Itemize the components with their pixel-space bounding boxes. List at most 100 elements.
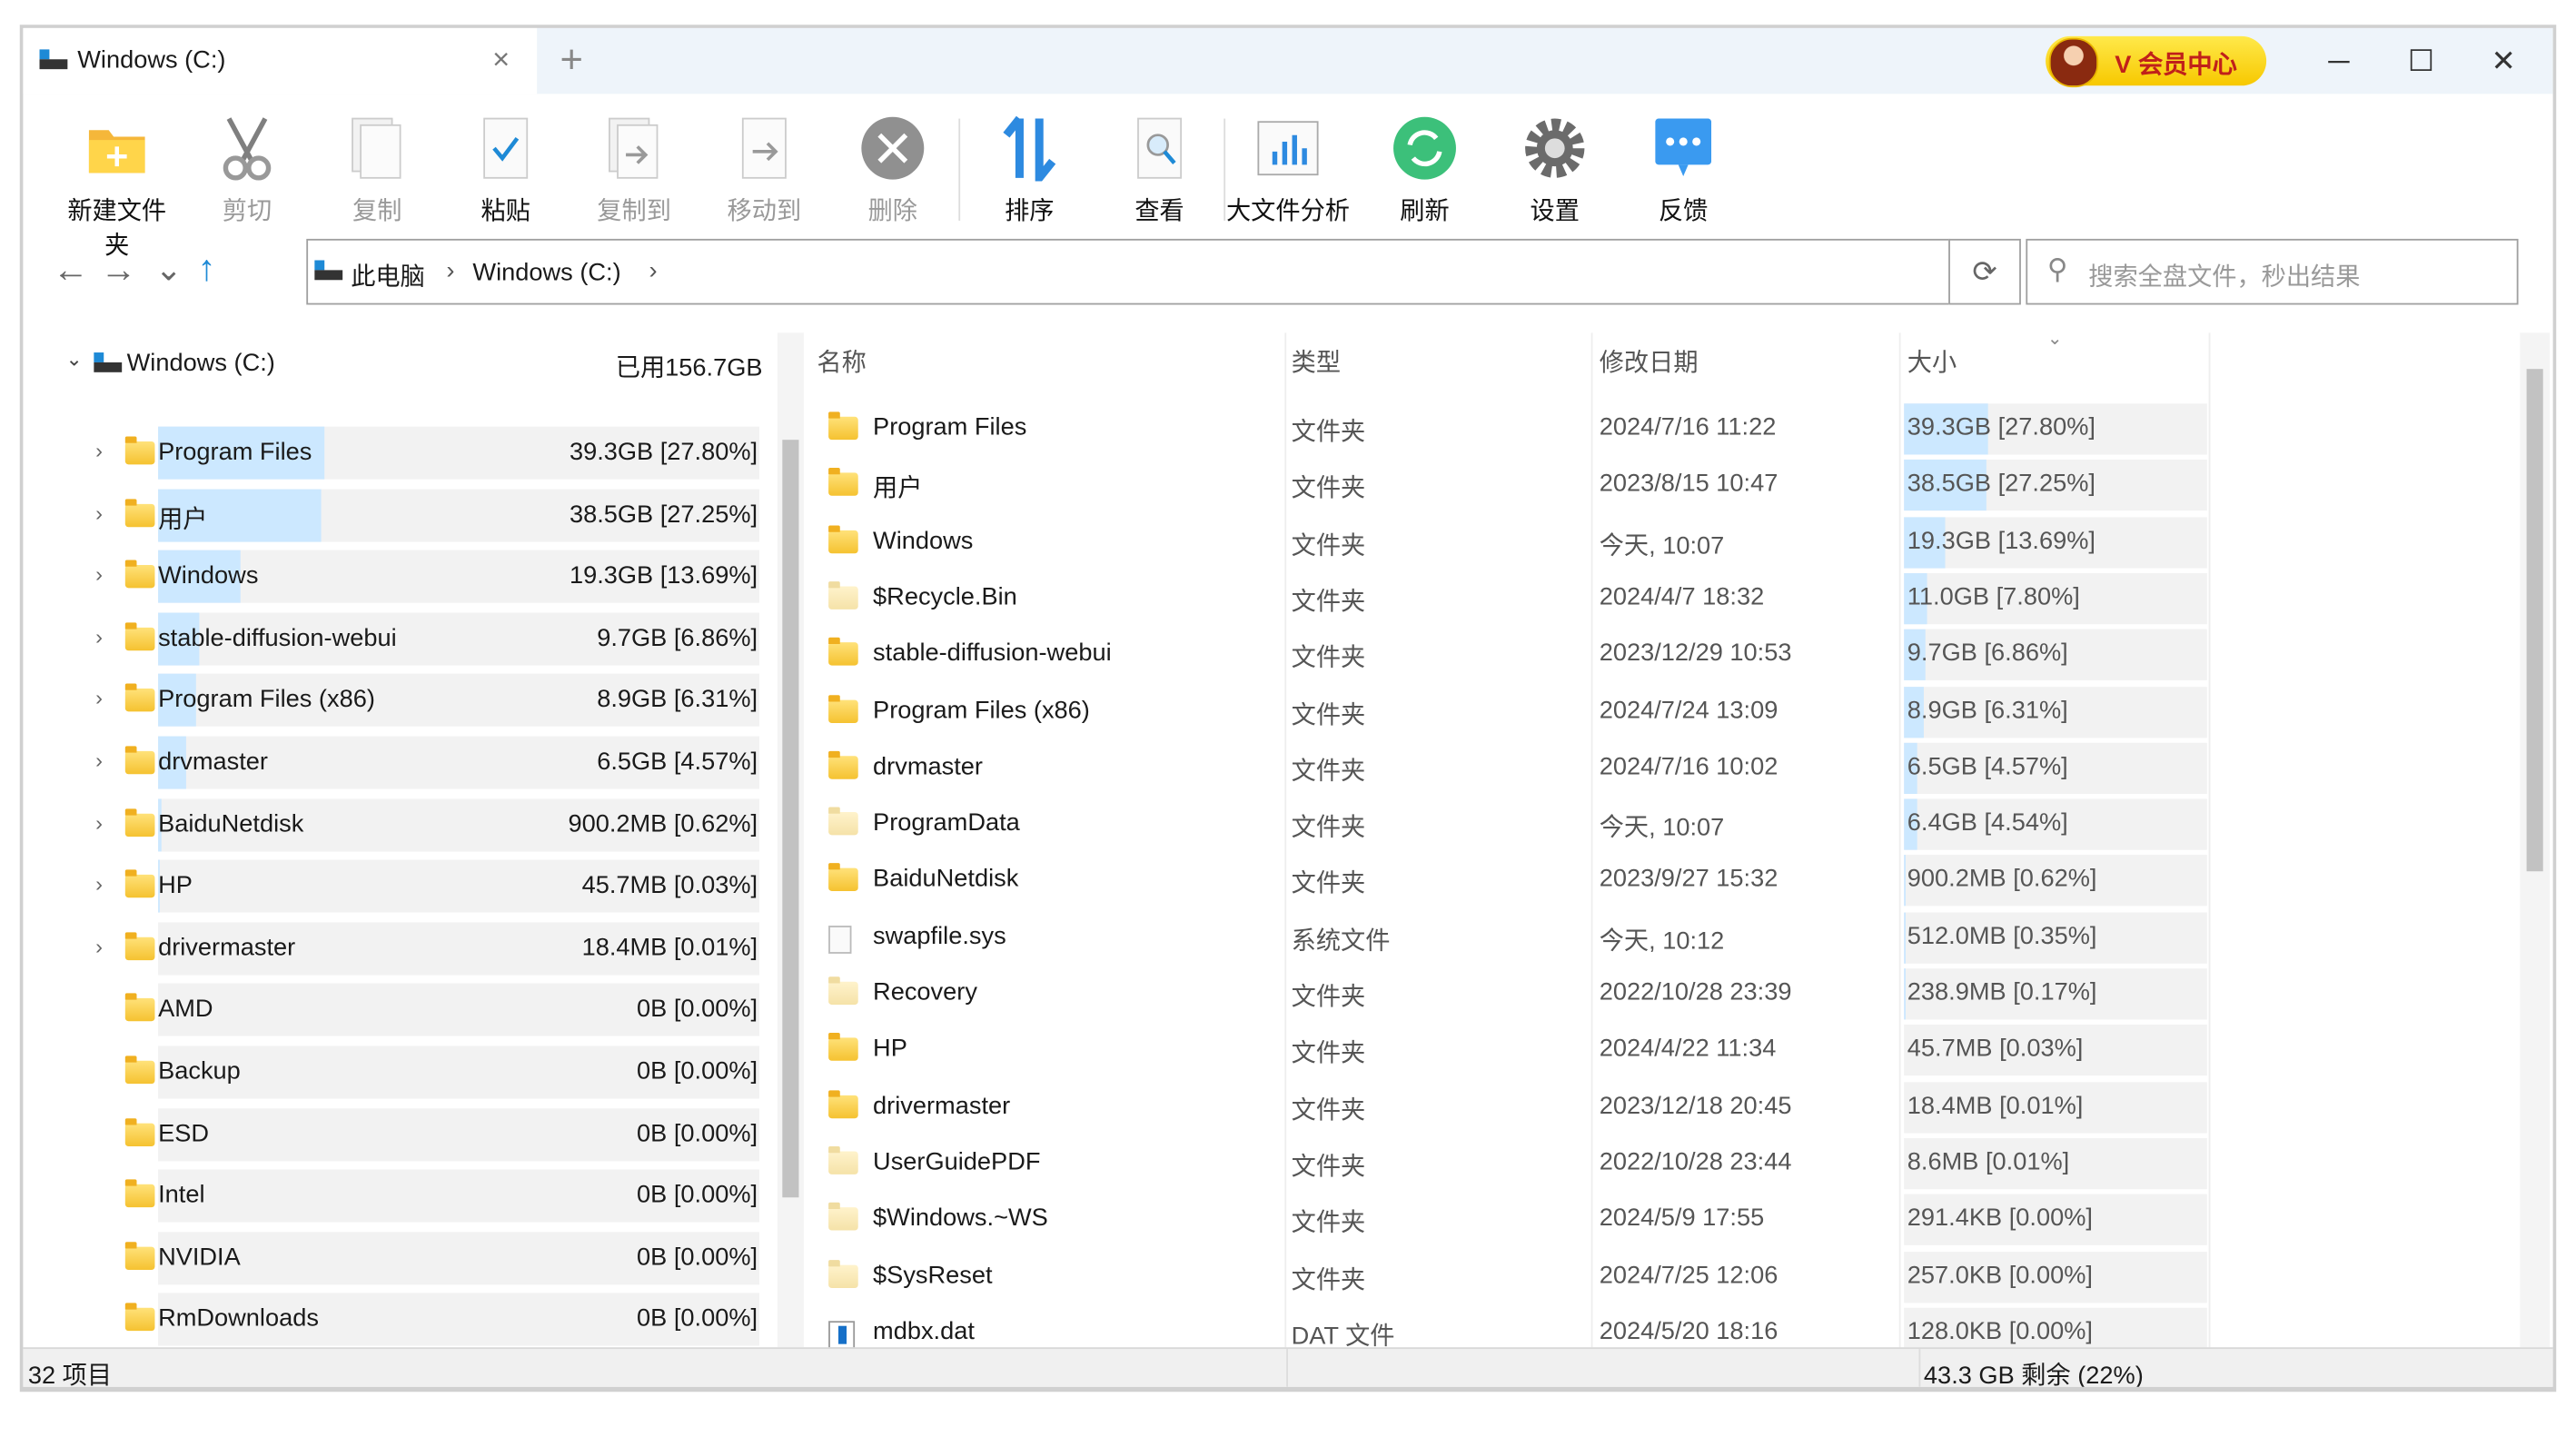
list-row[interactable]: ProgramData 文件夹 今天, 10:07 6.4GB [4.54%] [807, 798, 2521, 854]
file-date: 2024/7/16 11:22 [1599, 413, 1777, 441]
column-header-name[interactable]: 名称 [817, 344, 866, 379]
list-row[interactable]: UserGuidePDF 文件夹 2022/10/28 23:44 8.6MB [0.… [807, 1136, 2521, 1193]
tree-item-size: 8.9GB [6.31%] [597, 686, 758, 714]
refresh-path-button[interactable]: ⟳ [1948, 238, 2021, 305]
tree-item[interactable]: › Program Files (x86) 8.9GB [6.31%] [23, 674, 774, 728]
breadcrumb-this-pc[interactable]: 此电脑 [351, 259, 425, 293]
tree-root-name[interactable]: Windows (C:) [127, 349, 275, 377]
list-row[interactable]: swapfile.sys 系统文件 今天, 10:12 512.0MB [0.35%] [807, 910, 2521, 966]
tab-close-icon[interactable]: × [492, 43, 510, 77]
cut-button[interactable]: 剪切 [190, 114, 305, 227]
search-input[interactable]: ⚲ 搜索全盘文件，秒出结果 [2026, 238, 2519, 305]
large-file-analysis-label: 大文件分析 [1225, 197, 1350, 226]
close-window-button[interactable]: ✕ [2479, 38, 2528, 84]
list-row[interactable]: 用户 文件夹 2023/8/15 10:47 38.5GB [27.25%] [807, 459, 2521, 515]
tree-scrollbar-thumb[interactable] [782, 440, 799, 1198]
expand-chevron-icon[interactable]: › [95, 624, 103, 649]
list-scrollbar-thumb[interactable] [2526, 369, 2543, 872]
tree-item[interactable]: AMD 0B [0.00%] [23, 984, 774, 1037]
computer-icon [314, 260, 343, 281]
history-dropdown[interactable]: ⌄ [154, 249, 182, 290]
expand-chevron-icon[interactable]: › [95, 809, 103, 834]
list-scrollbar[interactable] [2520, 332, 2550, 1351]
file-name: UserGuidePDF [873, 1147, 1041, 1176]
tree-item[interactable]: › stable-diffusion-webui 9.7GB [6.86%] [23, 612, 774, 666]
tree-item[interactable]: › Windows 19.3GB [13.69%] [23, 550, 774, 604]
paste-button[interactable]: 粘贴 [448, 114, 563, 227]
collapse-chevron-icon[interactable]: ⌄ [66, 348, 83, 371]
address-bar[interactable]: 此电脑 › Windows (C:) › [306, 238, 1950, 305]
tree-item[interactable]: Backup 0B [0.00%] [23, 1046, 774, 1099]
tree-item[interactable]: Intel 0B [0.00%] [23, 1169, 774, 1223]
tree-item[interactable]: › drivermaster 18.4MB [0.01%] [23, 922, 774, 976]
tree-item[interactable]: NVIDIA 0B [0.00%] [23, 1231, 774, 1285]
tree-item-size: 9.7GB [6.86%] [597, 623, 758, 652]
breadcrumb-windows-c[interactable]: Windows (C:) [472, 259, 620, 287]
settings-button[interactable]: 设置 [1497, 114, 1612, 227]
column-header-date[interactable]: 修改日期 [1600, 344, 1699, 379]
column-header-type[interactable]: 类型 [1292, 344, 1341, 379]
tree-item-size: 39.3GB [27.80%] [569, 438, 758, 467]
delete-button[interactable]: 删除 [835, 114, 950, 227]
folder-icon [828, 524, 858, 553]
sort-button[interactable]: 排序 [972, 114, 1087, 227]
copy-button[interactable]: 复制 [320, 114, 435, 227]
file-name: Program Files [873, 413, 1027, 441]
list-row[interactable]: BaiduNetdisk 文件夹 2023/9/27 15:32 900.2MB [0… [807, 854, 2521, 910]
folder-icon [124, 1117, 155, 1146]
feedback-button[interactable]: 反馈 [1626, 114, 1741, 227]
large-file-analysis-button[interactable]: 大文件分析 [1211, 114, 1365, 227]
maximize-button[interactable]: ☐ [2396, 38, 2445, 84]
expand-chevron-icon[interactable]: › [95, 438, 103, 462]
list-row[interactable]: $Recycle.Bin 文件夹 2024/4/7 18:32 11.0GB [7.8… [807, 571, 2521, 628]
expand-chevron-icon[interactable]: › [95, 934, 103, 958]
tree-scrollbar[interactable] [777, 332, 804, 1351]
list-row[interactable]: HP 文件夹 2024/4/22 11:34 45.7MB [0.03%] [807, 1024, 2521, 1080]
tree-item[interactable]: › Program Files 39.3GB [27.80%] [23, 426, 774, 480]
list-row[interactable]: Windows 文件夹 今天, 10:07 19.3GB [13.69%] [807, 515, 2521, 571]
refresh-button[interactable]: 刷新 [1367, 114, 1482, 227]
file-date: 2024/7/25 12:06 [1599, 1261, 1778, 1289]
tab-title: Windows (C:) [77, 45, 226, 74]
view-button[interactable]: 查看 [1102, 114, 1217, 227]
tab-windows-c[interactable]: Windows (C:) × [23, 27, 538, 94]
tree-item[interactable]: › drvmaster 6.5GB [4.57%] [23, 736, 774, 789]
file-type: 文件夹 [1291, 757, 1366, 786]
list-row[interactable]: $SysReset 文件夹 2024/7/25 12:06 257.0KB [0.00… [807, 1249, 2521, 1305]
forward-button[interactable]: → [101, 249, 137, 292]
expand-chevron-icon[interactable]: › [95, 872, 103, 897]
tree-item-size: 6.5GB [4.57%] [597, 748, 758, 777]
expand-chevron-icon[interactable]: › [95, 500, 103, 525]
copy-to-button[interactable]: 复制到 [577, 114, 692, 227]
move-to-icon [731, 114, 798, 183]
tree-item[interactable]: › BaiduNetdisk 900.2MB [0.62%] [23, 798, 774, 851]
file-type: 文件夹 [1291, 644, 1366, 673]
tree-item[interactable]: › 用户 38.5GB [27.25%] [23, 488, 774, 541]
new-tab-button[interactable]: + [560, 38, 583, 84]
vip-center-button[interactable]: V 会员中心 [2046, 35, 2267, 88]
expand-chevron-icon[interactable]: › [95, 562, 103, 587]
tree-item-size: 0B [0.00%] [637, 1119, 758, 1148]
minimize-button[interactable]: ─ [2314, 38, 2363, 84]
column-header-size[interactable]: 大小 [1907, 344, 1957, 379]
list-row[interactable]: $Windows.~WS 文件夹 2024/5/9 17:55 291.4KB [0.… [807, 1193, 2521, 1249]
tree-item[interactable]: › HP 45.7MB [0.03%] [23, 859, 774, 913]
list-row[interactable]: drivermaster 文件夹 2023/12/18 20:45 18.4MB [0… [807, 1080, 2521, 1136]
up-button[interactable]: ↑ [198, 247, 216, 290]
tree-item[interactable]: ESD 0B [0.00%] [23, 1107, 774, 1161]
list-row[interactable]: mdbx.dat DAT 文件 2024/5/20 18:16 128.0KB [0.… [807, 1306, 2521, 1351]
expand-chevron-icon[interactable]: › [95, 748, 103, 772]
expand-chevron-icon[interactable]: › [95, 686, 103, 710]
list-row[interactable]: stable-diffusion-webui 文件夹 2023/12/29 10:5… [807, 628, 2521, 684]
move-to-button[interactable]: 移动到 [707, 114, 822, 227]
tree-item[interactable]: RmDownloads 0B [0.00%] [23, 1293, 774, 1347]
list-row[interactable]: Program Files (x86) 文件夹 2024/7/24 13:09 8.9… [807, 684, 2521, 740]
new-folder-button[interactable]: 新建文件夹 [59, 114, 174, 262]
list-row[interactable]: Recovery 文件夹 2022/10/28 23:39 238.9MB [0.17… [807, 966, 2521, 1023]
back-button[interactable]: ← [53, 249, 89, 292]
file-name: Program Files (x86) [873, 696, 1090, 724]
list-row[interactable]: drvmaster 文件夹 2024/7/16 10:02 6.5GB [4.57%] [807, 741, 2521, 798]
list-row[interactable]: Program Files 文件夹 2024/7/16 11:22 39.3GB [2… [807, 401, 2521, 458]
file-size: 8.9GB [6.31%] [1907, 696, 2068, 724]
tree-item-name: drivermaster [158, 933, 296, 962]
